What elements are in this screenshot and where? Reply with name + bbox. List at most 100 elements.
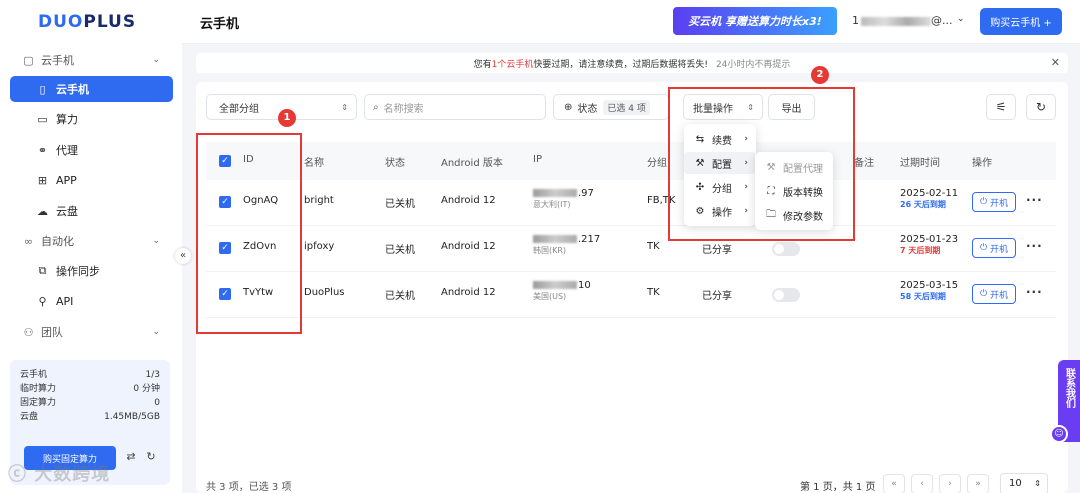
refresh-icon[interactable]: ↻ <box>1026 94 1056 120</box>
chevron-down-icon[interactable]: ⌄ <box>957 14 965 24</box>
switch-icon[interactable]: ⇄ <box>124 450 138 464</box>
refresh-icon[interactable]: ↻ <box>144 450 158 464</box>
sidebar-item-api[interactable]: ⚲ API <box>10 288 173 314</box>
row-name: bright <box>304 195 334 206</box>
power-icon: ⏻ <box>979 197 988 207</box>
chevron-down-icon: ⌄ <box>152 55 160 65</box>
nav-group-automation[interactable]: ∞ 自动化 ⌄ <box>0 228 182 254</box>
collapse-sidebar-button[interactable]: « <box>175 248 191 264</box>
next-page-icon[interactable]: › <box>939 474 961 493</box>
column-header-ip: IP <box>533 154 542 165</box>
page-size-value: 10 <box>1009 478 1022 489</box>
row-expire-date: 2025-01-23 <box>900 234 959 245</box>
table-header: ✓ ID 名称 状态 Android 版本 IP 分组 备注 过期时间 操作 <box>206 142 1056 180</box>
power-on-label: 开机 <box>989 198 1008 209</box>
power-on-button[interactable]: ⏻ 开机 <box>972 284 1016 304</box>
row-expire: 2025-01-23 7 天后到期 <box>900 234 958 256</box>
quota-label: 云盘 <box>20 412 39 422</box>
top-header: 云手机 买云机 享赠送算力时长x3! 1 @... ⌄ 购买云手机 + <box>182 0 1080 44</box>
sidebar-item-label: 操作同步 <box>56 265 100 278</box>
row-ip: 10 美国(US) <box>533 280 591 302</box>
more-icon[interactable]: ··· <box>1026 239 1043 253</box>
row-expire-note: 26 天后到期 <box>900 200 946 209</box>
annotation-badge-1: 1 <box>278 109 296 127</box>
chevron-down-icon: ⌄ <box>152 327 160 337</box>
buy-cloud-phone-button[interactable]: 购买云手机 + <box>980 8 1062 35</box>
annotation-box-1 <box>196 133 302 334</box>
infinity-icon: ∞ <box>23 234 34 248</box>
logo-part-b: PLUS <box>83 12 137 32</box>
row-ip-region: 美国(US) <box>533 292 567 301</box>
row-expire-date: 2025-02-11 <box>900 188 959 199</box>
page-size-select[interactable]: 10 ⇕ <box>1000 473 1048 493</box>
nav-group-label: 团队 <box>41 326 63 339</box>
logo-part-a: DUO <box>38 12 84 32</box>
table-row[interactable]: ✓ TvYtw DuoPlus 已关机 Android 12 10 美国(US) … <box>206 272 1056 318</box>
search-icon: ⌕ <box>373 101 379 113</box>
nav-group-cloud-phone[interactable]: ▢ 云手机 ⌄ <box>0 47 182 73</box>
row-ip-region: 韩国(KR) <box>533 246 567 255</box>
sidebar-item-compute[interactable]: ▭ 算力 <box>10 106 173 132</box>
row-share: 已分享 <box>702 245 732 256</box>
row-expire: 2025-03-15 58 天后到期 <box>900 280 958 302</box>
status-filter[interactable]: ⊕ 状态 已选 4 项 <box>553 94 669 120</box>
column-header-name: 名称 <box>304 158 324 169</box>
column-header-expire: 过期时间 <box>900 158 940 169</box>
more-icon[interactable]: ··· <box>1026 193 1043 207</box>
column-header-remark: 备注 <box>854 158 874 169</box>
account-name[interactable]: 1 @... <box>852 14 953 27</box>
ip-blur <box>533 281 577 289</box>
power-icon: ⏻ <box>979 289 988 299</box>
network-icon: ⚭ <box>37 143 48 157</box>
row-status: 已关机 <box>385 245 415 256</box>
prev-page-icon[interactable]: ‹ <box>911 474 933 493</box>
notice-highlight[interactable]: 1个云手机 <box>492 57 534 70</box>
more-icon[interactable]: ··· <box>1026 285 1043 299</box>
table-row[interactable]: ✓ OgnAQ bright 已关机 Android 12 .97 意大利(IT)… <box>206 180 1056 226</box>
sidebar-item-op-sync[interactable]: ⧉ 操作同步 <box>10 258 173 284</box>
quota-label: 临时算力 <box>20 384 57 394</box>
first-page-icon[interactable]: « <box>883 474 905 493</box>
column-settings-icon[interactable]: ⚟ <box>986 94 1016 120</box>
chat-icon[interactable]: ☺ <box>1050 425 1068 443</box>
cloud-icon: ☁ <box>37 204 48 218</box>
row-group: TK <box>647 287 660 298</box>
row-ip: .97 意大利(IT) <box>533 188 594 210</box>
account-blur <box>861 16 931 26</box>
sidebar-item-app[interactable]: ⊞ APP <box>10 167 173 193</box>
row-ip-tail: 10 <box>578 280 591 291</box>
sidebar-item-proxy[interactable]: ⚭ 代理 <box>10 137 173 163</box>
power-on-button[interactable]: ⏻ 开机 <box>972 238 1016 258</box>
quota-label: 云手机 <box>20 370 48 380</box>
search-input[interactable]: ⌕ 名称搜索 <box>364 94 546 120</box>
device-list-card: 全部分组 ⇕ ⌕ 名称搜索 ⊕ 状态 已选 4 项 批量操作 ⇕ 导出 ⚟ ↻ … <box>196 82 1068 493</box>
sidebar-item-cloud-phone[interactable]: ▯ 云手机 <box>10 76 173 102</box>
power-on-button[interactable]: ⏻ 开机 <box>972 192 1016 212</box>
row-toggle[interactable] <box>772 242 800 256</box>
row-name: ipfoxy <box>304 241 335 252</box>
row-group: TK <box>647 241 660 252</box>
sidebar-item-cloud-disk[interactable]: ☁ 云盘 <box>10 198 173 224</box>
expire-notice: 您有 1个云手机 快要过期，请注意续费，过期后数据将丢失! 24小时内不再提示 … <box>196 53 1068 73</box>
sidebar-item-label: APP <box>56 173 77 187</box>
column-header-android: Android 版本 <box>441 158 503 169</box>
quota-value: 0 分钟 <box>133 384 160 394</box>
nav-group-label: 云手机 <box>41 54 74 67</box>
table-row[interactable]: ✓ ZdOvn ipfoxy 已关机 Android 12 .217 韩国(KR)… <box>206 226 1056 272</box>
row-name: DuoPlus <box>304 287 345 298</box>
row-toggle[interactable] <box>772 288 800 302</box>
row-ip-tail: .217 <box>578 234 601 245</box>
watermark: ⓒ 大数跨境 <box>8 464 111 485</box>
close-icon[interactable]: ✕ <box>1051 56 1060 69</box>
quota-value: 1.45MB/5GB <box>104 412 160 422</box>
promo-banner[interactable]: 买云机 享赠送算力时长x3! <box>673 7 837 35</box>
last-page-icon[interactable]: » <box>967 474 989 493</box>
quota-row: 临时算力 0 分钟 <box>20 382 160 396</box>
notice-post: 快要过期，请注意续费，过期后数据将丢失! <box>533 59 708 70</box>
plus-circle-icon: ⊕ <box>564 101 573 113</box>
row-expire: 2025-02-11 26 天后到期 <box>900 188 958 210</box>
phone-icon: ▢ <box>23 53 34 67</box>
sync-icon: ⧉ <box>38 264 47 277</box>
nav-group-team[interactable]: ⚇ 团队 ⌄ <box>0 319 182 345</box>
notice-dismiss-24h[interactable]: 24小时内不再提示 <box>716 57 790 70</box>
